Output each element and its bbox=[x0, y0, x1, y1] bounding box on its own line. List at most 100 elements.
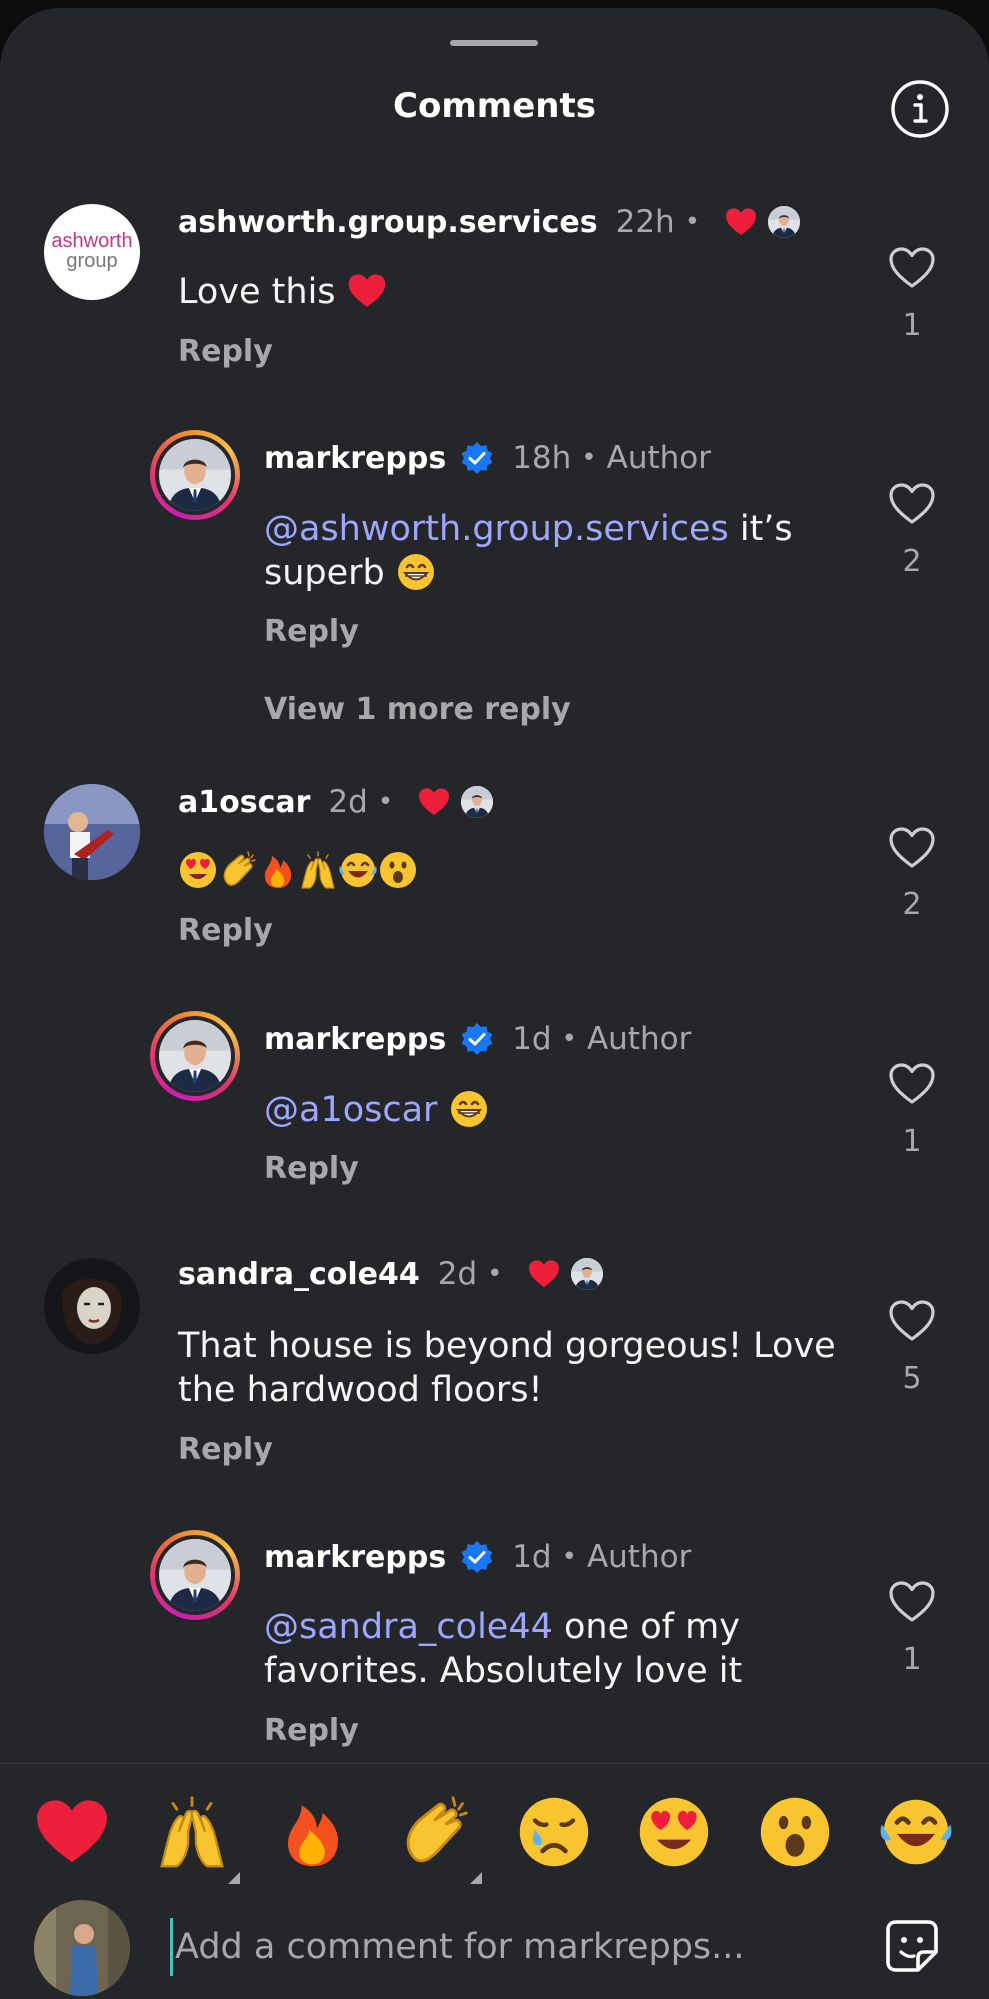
author-mini-avatar bbox=[461, 786, 494, 818]
raising-hands-reaction-icon[interactable] bbox=[154, 1794, 230, 1870]
like-heart-icon[interactable] bbox=[888, 826, 936, 870]
sticker-icon[interactable] bbox=[882, 1916, 942, 1976]
comment-input[interactable] bbox=[170, 1918, 857, 1976]
timestamp: 1d bbox=[512, 1021, 552, 1057]
reply-button[interactable]: Reply bbox=[264, 1151, 359, 1186]
page-title: Comments bbox=[393, 86, 596, 126]
surprised-face-emoji-icon bbox=[378, 850, 418, 890]
comment-emojis bbox=[178, 849, 418, 893]
avatar[interactable] bbox=[44, 1258, 140, 1354]
comment-header: markrepps 1d • Author bbox=[264, 1021, 691, 1057]
timestamp: 18h bbox=[512, 440, 572, 476]
info-icon[interactable] bbox=[890, 79, 950, 139]
separator-dot: • bbox=[561, 1024, 577, 1054]
separator-dot: • bbox=[684, 207, 701, 237]
comment-header: a1oscar 2d • bbox=[178, 784, 494, 820]
view-more-replies[interactable]: View 1 more reply bbox=[264, 692, 571, 727]
clapping-hands-emoji-icon bbox=[218, 850, 258, 890]
username[interactable]: markrepps bbox=[264, 1540, 446, 1575]
username[interactable]: a1oscar bbox=[178, 785, 310, 820]
avatar[interactable] bbox=[150, 1530, 240, 1620]
comment-text: Love this bbox=[178, 270, 387, 314]
comment-header: ashworth.group.services 22h • bbox=[178, 204, 801, 240]
guitar-kid-photo bbox=[44, 784, 140, 880]
timestamp: 22h bbox=[615, 204, 675, 240]
reply-button[interactable]: Reply bbox=[178, 913, 273, 948]
separator-dot: • bbox=[487, 1259, 503, 1289]
separator-dot: • bbox=[561, 1542, 577, 1572]
comment-composer bbox=[0, 1890, 989, 1999]
surprised-face-reaction-icon[interactable] bbox=[757, 1794, 833, 1870]
reply-button[interactable]: Reply bbox=[178, 334, 273, 369]
like-count: 5 bbox=[902, 1361, 922, 1396]
comment-text: That house is beyond gorgeous! Love the … bbox=[178, 1326, 836, 1410]
username[interactable]: ashworth.group.services bbox=[178, 205, 598, 240]
verified-badge-icon bbox=[460, 441, 494, 475]
reply-button[interactable]: Reply bbox=[178, 1432, 273, 1467]
mention-link[interactable]: @sandra_cole44 bbox=[264, 1607, 553, 1647]
timestamp: 2d bbox=[328, 784, 368, 820]
like-heart-icon[interactable] bbox=[888, 246, 936, 290]
current-user-avatar[interactable] bbox=[34, 1900, 130, 1996]
comment-header: markrepps 18h • Author bbox=[264, 440, 711, 476]
like-heart-icon[interactable] bbox=[888, 1580, 936, 1624]
author-label: Author bbox=[586, 1539, 692, 1575]
avatar[interactable] bbox=[44, 784, 140, 880]
heart-icon bbox=[527, 1259, 561, 1289]
heart-reaction-icon[interactable] bbox=[34, 1794, 110, 1870]
comment-header: markrepps 1d • Author bbox=[264, 1539, 691, 1575]
portrait-photo bbox=[44, 1258, 140, 1354]
current-user-photo bbox=[34, 1900, 130, 1996]
fire-emoji-icon bbox=[258, 850, 298, 890]
timestamp: 1d bbox=[512, 1539, 552, 1575]
liked-by-author bbox=[527, 1258, 603, 1290]
heart-icon bbox=[724, 207, 758, 237]
comment-header: sandra_cole44 2d • bbox=[178, 1256, 603, 1292]
reply-button[interactable]: Reply bbox=[264, 614, 359, 649]
like-heart-icon[interactable] bbox=[888, 482, 936, 526]
separator-dot: • bbox=[377, 787, 394, 817]
quick-reactions-bar bbox=[0, 1763, 989, 1890]
avatar[interactable]: ashworth group bbox=[44, 204, 140, 300]
comment-text: @ashworth.group.services it’s superb bbox=[264, 509, 793, 593]
crying-face-reaction-icon[interactable] bbox=[516, 1794, 592, 1870]
drag-handle[interactable] bbox=[450, 40, 538, 46]
skin-tone-indicator bbox=[228, 1872, 240, 1884]
fire-reaction-icon[interactable] bbox=[275, 1794, 351, 1870]
liked-by-author bbox=[724, 206, 801, 238]
avatar[interactable] bbox=[150, 1011, 240, 1101]
comment-text: @a1oscar bbox=[264, 1088, 489, 1132]
avatar-logo-text: ashworth group bbox=[51, 230, 133, 272]
like-heart-icon[interactable] bbox=[888, 1062, 936, 1106]
author-photo bbox=[159, 439, 231, 511]
verified-badge-icon bbox=[460, 1022, 494, 1056]
skin-tone-indicator bbox=[470, 1872, 482, 1884]
heart-eyes-emoji-icon bbox=[178, 850, 218, 890]
like-count: 1 bbox=[902, 1642, 922, 1677]
raising-hands-emoji-icon bbox=[298, 850, 338, 890]
username[interactable]: markrepps bbox=[264, 1022, 446, 1057]
author-mini-avatar bbox=[768, 206, 801, 238]
username[interactable]: sandra_cole44 bbox=[178, 1257, 420, 1292]
heart-eyes-reaction-icon[interactable] bbox=[636, 1794, 712, 1870]
tears-of-joy-emoji-icon bbox=[338, 850, 378, 890]
like-count: 2 bbox=[902, 887, 922, 922]
like-heart-icon[interactable] bbox=[888, 1299, 936, 1343]
clapping-hands-reaction-icon[interactable] bbox=[396, 1794, 472, 1870]
username[interactable]: markrepps bbox=[264, 441, 446, 476]
timestamp: 2d bbox=[437, 1256, 478, 1292]
grinning-face-emoji-icon bbox=[396, 552, 436, 592]
tears-of-joy-reaction-icon[interactable] bbox=[878, 1794, 954, 1870]
heart-icon bbox=[417, 787, 451, 817]
author-label: Author bbox=[606, 440, 712, 476]
avatar[interactable] bbox=[150, 430, 240, 520]
reply-button[interactable]: Reply bbox=[264, 1713, 359, 1748]
comment-text: @sandra_cole44 one of my favorites. Abso… bbox=[264, 1607, 743, 1691]
like-count: 2 bbox=[902, 544, 922, 579]
mention-link[interactable]: @ashworth.group.services bbox=[264, 509, 729, 549]
author-mini-avatar bbox=[570, 1258, 603, 1290]
author-label: Author bbox=[586, 1021, 692, 1057]
like-count: 1 bbox=[902, 1124, 922, 1159]
separator-dot: • bbox=[581, 443, 597, 473]
mention-link[interactable]: @a1oscar bbox=[264, 1090, 437, 1130]
